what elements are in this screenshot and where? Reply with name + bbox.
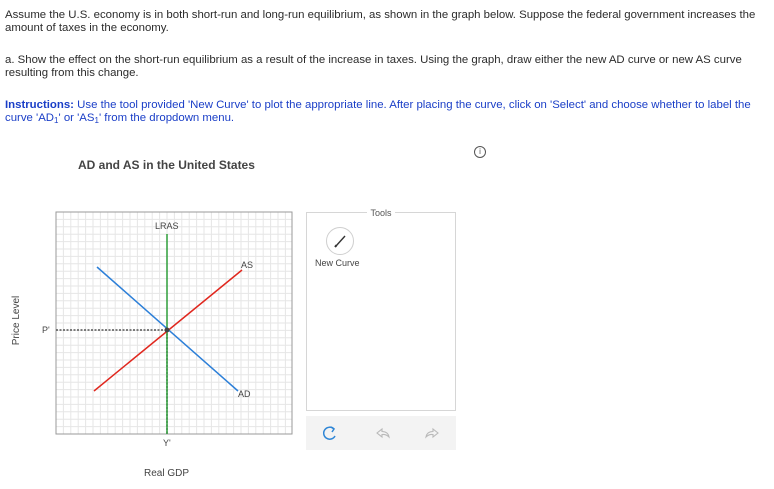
lras-label: LRAS <box>155 221 179 231</box>
graph-canvas[interactable]: LRAS AS AD P' Y' <box>0 0 300 489</box>
redo-icon <box>425 427 439 439</box>
bottom-toolbar <box>306 416 456 450</box>
info-icon[interactable]: i <box>474 146 486 158</box>
undo-button[interactable] <box>373 424 393 442</box>
pencil-icon <box>334 235 346 248</box>
as-label: AS <box>241 260 253 270</box>
new-curve-button[interactable] <box>326 227 354 255</box>
undo-icon <box>376 427 390 439</box>
tools-title: Tools <box>367 208 395 218</box>
reset-button[interactable] <box>320 424 340 442</box>
new-curve-label: New Curve <box>315 258 360 268</box>
reset-icon <box>322 426 336 440</box>
redo-button[interactable] <box>422 424 442 442</box>
ad-label: AD <box>238 389 251 399</box>
equilibrium-point <box>164 327 170 333</box>
p-prime-label: P' <box>42 325 50 335</box>
graph-grid <box>56 212 292 435</box>
tools-panel: Tools New Curve <box>306 208 456 411</box>
y-prime-label: Y' <box>163 438 171 448</box>
